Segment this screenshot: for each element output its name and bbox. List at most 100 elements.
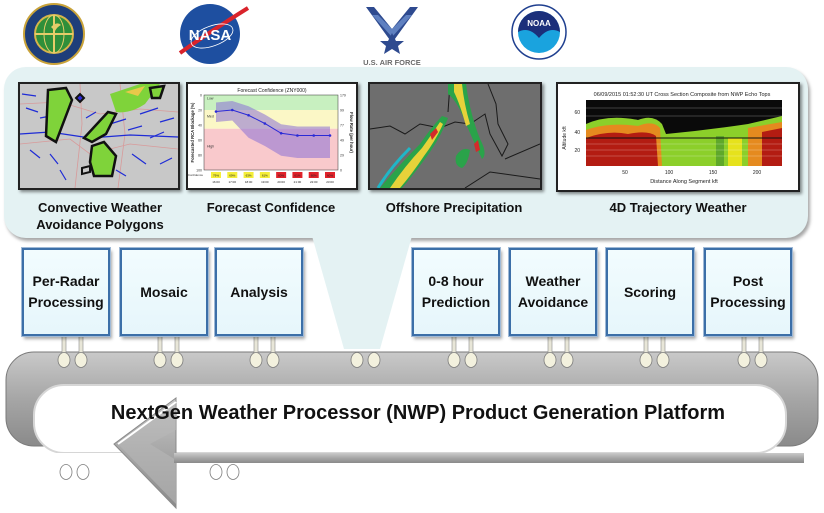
time-tick: 21:00: [294, 180, 302, 184]
y-tick-right: 29: [340, 154, 344, 158]
caption-line: 4D Trajectory Weather: [609, 200, 747, 215]
trajectory-ylabel: Altitude kft: [562, 126, 568, 150]
trajectory-xlabel: Distance Along Segment kft: [650, 179, 718, 185]
connector-peg: [266, 352, 280, 368]
y-tick-right: 0: [340, 169, 342, 173]
y-tick-left: 100: [196, 169, 202, 173]
connector-peg: [170, 352, 184, 368]
trajectory-weather-thumbnail[interactable]: 06/09/2015 01:52:30 UT Cross Section Com…: [556, 82, 800, 192]
stage-label: Processing: [710, 294, 786, 310]
connector-peg: [543, 352, 557, 368]
stage-label: Prediction: [421, 294, 491, 310]
offshore-precipitation-thumbnail[interactable]: [368, 82, 542, 190]
stage-prediction[interactable]: 0-8 hour Prediction: [412, 248, 500, 336]
y-tick-right: 49: [340, 139, 344, 143]
y-tick-left: 60: [198, 139, 202, 143]
stage-mosaic[interactable]: Mosaic: [120, 248, 208, 336]
connector-peg: [754, 352, 768, 368]
connector-peg: [226, 464, 240, 480]
y-tick-left: 80: [198, 154, 202, 158]
trajectory-chart-title: 06/09/2015 01:52:30 UT Cross Section Com…: [594, 92, 771, 98]
y-axis-label-right: Flow Rate (per hour): [349, 112, 354, 153]
trajectory-xtick: 200: [753, 170, 762, 176]
connector-peg: [249, 352, 263, 368]
trajectory-cross-section-chart: 06/09/2015 01:52:30 UT Cross Section Com…: [558, 84, 798, 190]
connector-peg: [59, 464, 73, 480]
stage-weather-avoidance[interactable]: Weather Avoidance: [509, 248, 597, 336]
stage-scoring[interactable]: Scoring: [606, 248, 694, 336]
stage-label: Per-Radar: [32, 273, 100, 289]
nasa-logo: NASA: [178, 3, 250, 65]
connector-peg: [447, 352, 461, 368]
trajectory-xtick: 150: [709, 170, 718, 176]
convective-weather-thumbnail[interactable]: [18, 82, 180, 190]
usaf-logo: U.S. AIR FORCE: [352, 3, 432, 67]
connector-peg: [76, 464, 90, 480]
time-tick: 22:00: [310, 180, 318, 184]
y-tick-left: 40: [198, 124, 202, 128]
y-tick-left: 20: [198, 109, 202, 113]
confidence-value: 69%: [229, 174, 235, 178]
y-axis-label-left: Forecasted RCA Blockage (%): [190, 102, 195, 162]
confidence-value: 79%: [213, 174, 219, 178]
stage-label: Analysis: [230, 283, 288, 300]
zone-label: Low: [207, 97, 214, 101]
zone-label: High: [207, 145, 214, 149]
y-tick-right: 77: [340, 124, 344, 128]
panel-funnel-connector: [312, 236, 412, 349]
connector-peg: [74, 352, 88, 368]
confidence-value: 61%: [294, 174, 300, 178]
connector-peg: [367, 352, 381, 368]
forecast-point: [328, 134, 332, 137]
usaf-logo-text: U.S. AIR FORCE: [363, 58, 421, 67]
caption-line: Forecast Confidence: [206, 200, 336, 215]
caption-offshore: Offshore Precipitation: [366, 199, 542, 216]
stage-post-processing[interactable]: Post Processing: [704, 248, 792, 336]
forecast-point: [230, 108, 234, 112]
connector-peg: [464, 352, 478, 368]
stage-label: Avoidance: [517, 294, 589, 310]
time-tick: 18:00: [245, 180, 253, 184]
time-tick: 20:00: [277, 180, 285, 184]
time-tick: 16:00: [212, 180, 220, 184]
forecast-confidence-chart: Forecast Confidence (ZNY000) Low Med High 0…: [188, 84, 356, 188]
connector-peg: [656, 352, 670, 368]
zone-label: Med: [207, 115, 214, 119]
stage-label: 0-8 hour: [428, 273, 484, 289]
stage-label: Scoring: [623, 283, 677, 300]
nasa-logo-text: NASA: [189, 27, 232, 44]
trajectory-ytick: 60: [574, 110, 580, 116]
faa-logo: [21, 3, 87, 65]
stage-label: Mosaic: [140, 283, 188, 300]
y-tick-left: 0: [200, 94, 202, 98]
confidence-value: 61%: [262, 174, 268, 178]
connector-peg: [153, 352, 167, 368]
forecast-point: [214, 110, 218, 113]
confidence-value: 63%: [246, 174, 252, 178]
trajectory-xtick: 100: [665, 170, 674, 176]
stage-label: Post: [732, 273, 764, 289]
forecast-point: [263, 122, 267, 125]
noaa-logo-text: NOAA: [527, 19, 551, 28]
trajectory-ytick: 20: [574, 148, 580, 154]
time-tick: 19:00: [261, 180, 269, 184]
caption-line: Avoidance Polygons: [36, 217, 164, 232]
trajectory-xtick: 50: [622, 170, 628, 176]
confidence-value: 60%: [278, 174, 284, 178]
confidence-value: 60%: [311, 174, 317, 178]
forecast-point: [296, 134, 299, 137]
caption-line: Convective Weather: [37, 200, 163, 215]
forecast-point: [279, 131, 283, 135]
y-tick-right: 99: [340, 109, 344, 113]
stage-label: Processing: [28, 294, 104, 310]
forecast-point: [247, 113, 250, 117]
noaa-logo: NOAA: [511, 4, 567, 60]
stage-analysis[interactable]: Analysis: [215, 248, 303, 336]
forecast-confidence-thumbnail[interactable]: Forecast Confidence (ZNY000) Low Med High 0…: [186, 82, 358, 190]
confidence-label: Confidence: [188, 173, 203, 177]
time-tick: 23:00: [326, 180, 334, 184]
time-tick: 17:00: [229, 180, 237, 184]
connector-peg: [737, 352, 751, 368]
stage-per-radar-processing[interactable]: Per-Radar Processing: [22, 248, 110, 336]
trajectory-ytick: 40: [574, 130, 580, 136]
